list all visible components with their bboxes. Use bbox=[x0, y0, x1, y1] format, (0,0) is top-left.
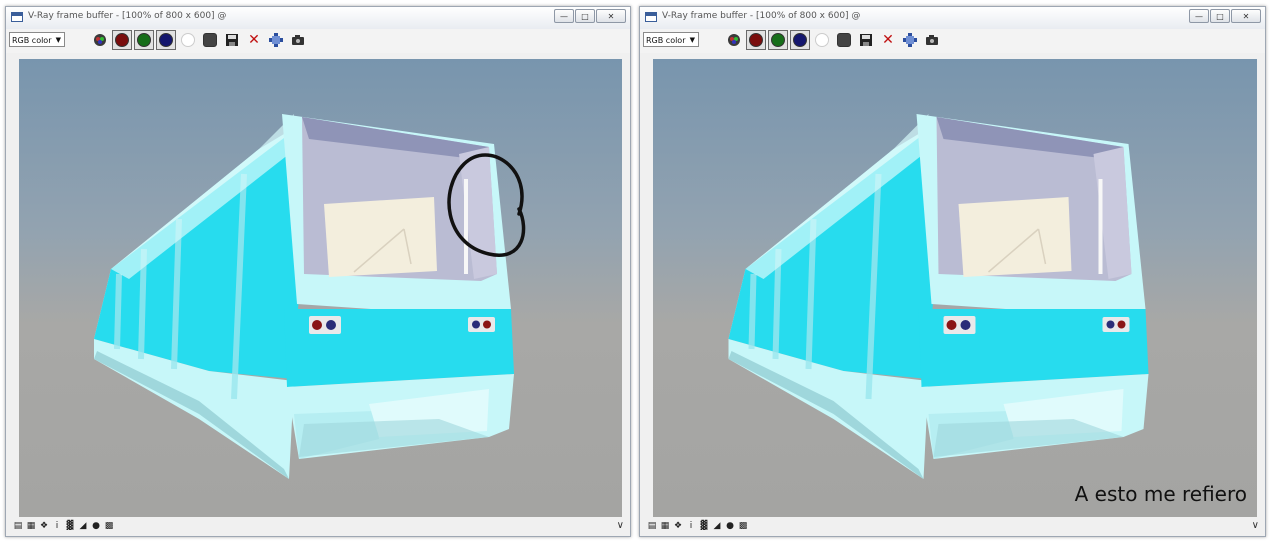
render-viewport[interactable]: A esto me refiero bbox=[653, 59, 1257, 517]
status-icons: ▤ ▦ ❖ i ▓ ◢ ● ▩ bbox=[647, 521, 748, 531]
toolbar-buttons: ✕ bbox=[90, 30, 308, 50]
stamp-icon[interactable]: ● bbox=[91, 521, 101, 531]
region-icon[interactable]: ▦ bbox=[26, 521, 36, 531]
lut-icon[interactable]: ◢ bbox=[712, 521, 722, 531]
red-channel-icon bbox=[115, 33, 129, 47]
track-mouse-icon bbox=[94, 34, 106, 46]
toolbar: RGB color ▼ ✕ bbox=[6, 29, 630, 53]
camera-icon bbox=[926, 35, 938, 45]
save-button[interactable] bbox=[856, 30, 876, 50]
render-viewport[interactable] bbox=[19, 59, 622, 517]
chevron-down-icon: ▼ bbox=[55, 36, 61, 44]
histogram-icon[interactable]: ▓ bbox=[699, 521, 709, 531]
channel-select[interactable]: RGB color ▼ bbox=[643, 32, 699, 47]
blue-channel-icon bbox=[159, 33, 173, 47]
info-icon[interactable]: i bbox=[686, 521, 696, 531]
channel-select[interactable]: RGB color ▼ bbox=[9, 32, 65, 47]
alpha-channel-button[interactable] bbox=[812, 30, 832, 50]
red-channel-button[interactable] bbox=[112, 30, 132, 50]
display-icon[interactable]: ▤ bbox=[13, 521, 23, 531]
channel-select-value: RGB color bbox=[12, 36, 52, 45]
dots-icon[interactable]: ▩ bbox=[738, 521, 748, 531]
window-controls: — □ ✕ bbox=[554, 9, 626, 23]
mono-button[interactable] bbox=[200, 30, 220, 50]
expand-chevron-icon[interactable]: ∨ bbox=[1252, 520, 1259, 531]
histogram-icon[interactable]: ▓ bbox=[65, 521, 75, 531]
green-channel-icon bbox=[137, 33, 151, 47]
toolbar-buttons: ✕ bbox=[724, 30, 942, 50]
chevron-down-icon: ▼ bbox=[689, 36, 695, 44]
save-icon bbox=[860, 34, 872, 46]
camera-icon bbox=[292, 35, 304, 45]
status-icons: ▤ ▦ ❖ i ▓ ◢ ● ▩ bbox=[13, 521, 114, 531]
mono-icon bbox=[837, 33, 851, 47]
info-icon[interactable]: i bbox=[52, 521, 62, 531]
annotation-circle bbox=[447, 153, 526, 257]
save-button[interactable] bbox=[222, 30, 242, 50]
right-frame-buffer-window: V-Ray frame buffer - [100% of 800 x 600]… bbox=[639, 6, 1266, 537]
track-mouse-icon bbox=[728, 34, 740, 46]
dots-icon[interactable]: ▩ bbox=[104, 521, 114, 531]
toolbar: RGB color ▼ ✕ bbox=[640, 29, 1265, 53]
caption-text: A esto me refiero bbox=[1074, 482, 1247, 506]
window-title: V-Ray frame buffer - [100% of 800 x 600]… bbox=[662, 11, 861, 21]
window-icon bbox=[645, 12, 657, 22]
close-button[interactable]: ✕ bbox=[1231, 9, 1261, 23]
vfb-history-button[interactable] bbox=[900, 30, 920, 50]
mono-icon bbox=[203, 33, 217, 47]
clear-button[interactable]: ✕ bbox=[878, 30, 898, 50]
green-channel-button[interactable] bbox=[768, 30, 788, 50]
minimize-button[interactable]: — bbox=[1189, 9, 1209, 23]
color-corrections-icon[interactable]: ❖ bbox=[673, 521, 683, 531]
clear-button[interactable]: ✕ bbox=[244, 30, 264, 50]
vfb-history-icon bbox=[269, 33, 283, 47]
vfb-history-icon bbox=[903, 33, 917, 47]
red-channel-icon bbox=[749, 33, 763, 47]
expand-chevron-icon[interactable]: ∨ bbox=[617, 520, 624, 531]
left-frame-buffer-window: V-Ray frame buffer - [100% of 800 x 600]… bbox=[5, 6, 631, 537]
window-title: V-Ray frame buffer - [100% of 800 x 600]… bbox=[28, 11, 227, 21]
alpha-channel-button[interactable] bbox=[178, 30, 198, 50]
green-channel-button[interactable] bbox=[134, 30, 154, 50]
window-icon bbox=[11, 12, 23, 22]
close-button[interactable]: ✕ bbox=[596, 9, 626, 23]
title-bar[interactable]: V-Ray frame buffer - [100% of 800 x 600]… bbox=[640, 7, 1265, 29]
vfb-history-button[interactable] bbox=[266, 30, 286, 50]
status-bar: ▤ ▦ ❖ i ▓ ◢ ● ▩ ∨ bbox=[6, 517, 630, 536]
display-icon[interactable]: ▤ bbox=[647, 521, 657, 531]
clear-icon: ✕ bbox=[882, 32, 894, 48]
maximize-button[interactable]: □ bbox=[575, 9, 595, 23]
blue-channel-button[interactable] bbox=[156, 30, 176, 50]
track-mouse-button[interactable] bbox=[724, 30, 744, 50]
save-icon bbox=[226, 34, 238, 46]
maximize-button[interactable]: □ bbox=[1210, 9, 1230, 23]
title-bar[interactable]: V-Ray frame buffer - [100% of 800 x 600]… bbox=[6, 7, 630, 29]
channel-select-value: RGB color bbox=[646, 36, 686, 45]
train-render bbox=[653, 59, 1257, 517]
blue-channel-icon bbox=[793, 33, 807, 47]
status-bar: ▤ ▦ ❖ i ▓ ◢ ● ▩ ∨ bbox=[640, 517, 1265, 536]
track-mouse-button[interactable] bbox=[90, 30, 110, 50]
region-icon[interactable]: ▦ bbox=[660, 521, 670, 531]
blue-channel-button[interactable] bbox=[790, 30, 810, 50]
stamp-icon[interactable]: ● bbox=[725, 521, 735, 531]
clear-icon: ✕ bbox=[248, 32, 260, 48]
color-corrections-icon[interactable]: ❖ bbox=[39, 521, 49, 531]
green-channel-icon bbox=[771, 33, 785, 47]
window-controls: — □ ✕ bbox=[1189, 9, 1261, 23]
red-channel-button[interactable] bbox=[746, 30, 766, 50]
camera-button[interactable] bbox=[288, 30, 308, 50]
camera-button[interactable] bbox=[922, 30, 942, 50]
minimize-button[interactable]: — bbox=[554, 9, 574, 23]
lut-icon[interactable]: ◢ bbox=[78, 521, 88, 531]
mono-button[interactable] bbox=[834, 30, 854, 50]
alpha-channel-icon bbox=[181, 33, 195, 47]
alpha-channel-icon bbox=[815, 33, 829, 47]
